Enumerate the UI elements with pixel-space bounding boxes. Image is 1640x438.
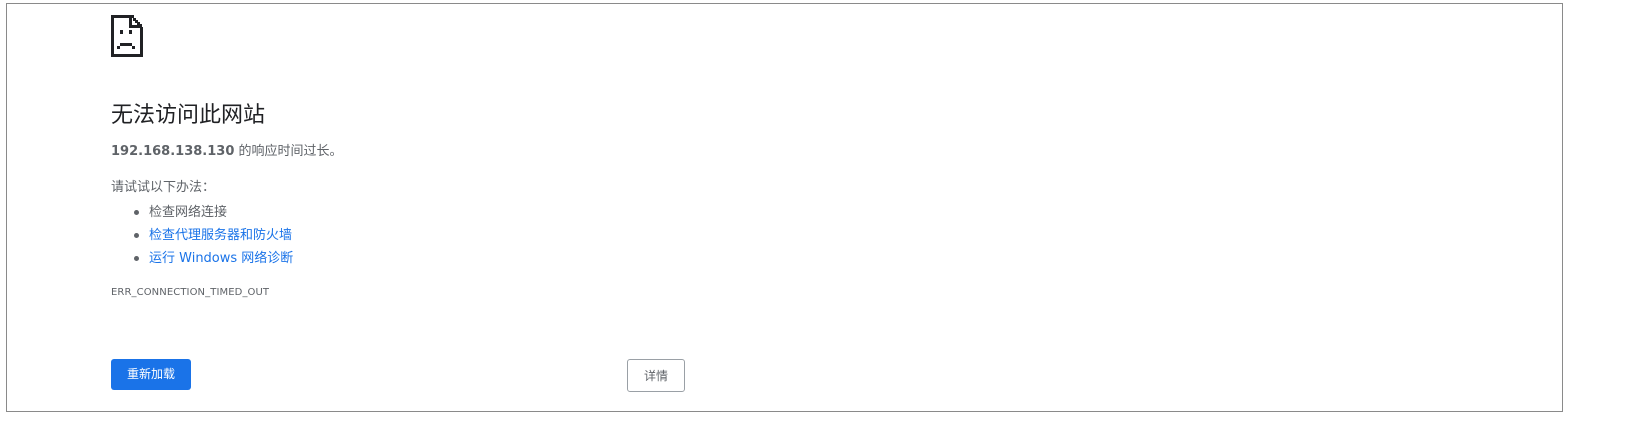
- check-proxy-firewall-link[interactable]: 检查代理服务器和防火墙: [149, 228, 292, 243]
- bullet-icon: [134, 233, 139, 238]
- list-item: 运行 Windows 网络诊断: [131, 247, 711, 270]
- suggestions-heading: 请试试以下办法：: [111, 180, 216, 195]
- details-button[interactable]: 详情: [627, 359, 685, 392]
- error-content: 无法访问此网站 192.168.138.130 的响应时间过长。 请试试以下办法…: [111, 15, 711, 298]
- page-title: 无法访问此网站: [111, 103, 266, 128]
- bullet-icon: [134, 256, 139, 261]
- bullet-icon: [134, 210, 139, 215]
- error-summary: 192.168.138.130 的响应时间过长。: [111, 143, 711, 161]
- windows-network-diagnostics-link[interactable]: 运行 Windows 网络诊断: [149, 251, 293, 266]
- summary-text: 的响应时间过长。: [234, 144, 343, 159]
- sad-page-icon: [111, 15, 143, 57]
- suggestion-check-network: 检查网络连接: [149, 205, 228, 220]
- reload-button[interactable]: 重新加载: [111, 359, 191, 390]
- host-address: 192.168.138.130: [111, 144, 235, 159]
- list-item: 检查网络连接: [131, 201, 711, 224]
- error-code: ERR_CONNECTION_TIMED_OUT: [111, 287, 270, 298]
- list-item: 检查代理服务器和防火墙: [131, 224, 711, 247]
- suggestions-list: 检查网络连接 检查代理服务器和防火墙 运行 Windows 网络诊断: [131, 201, 711, 270]
